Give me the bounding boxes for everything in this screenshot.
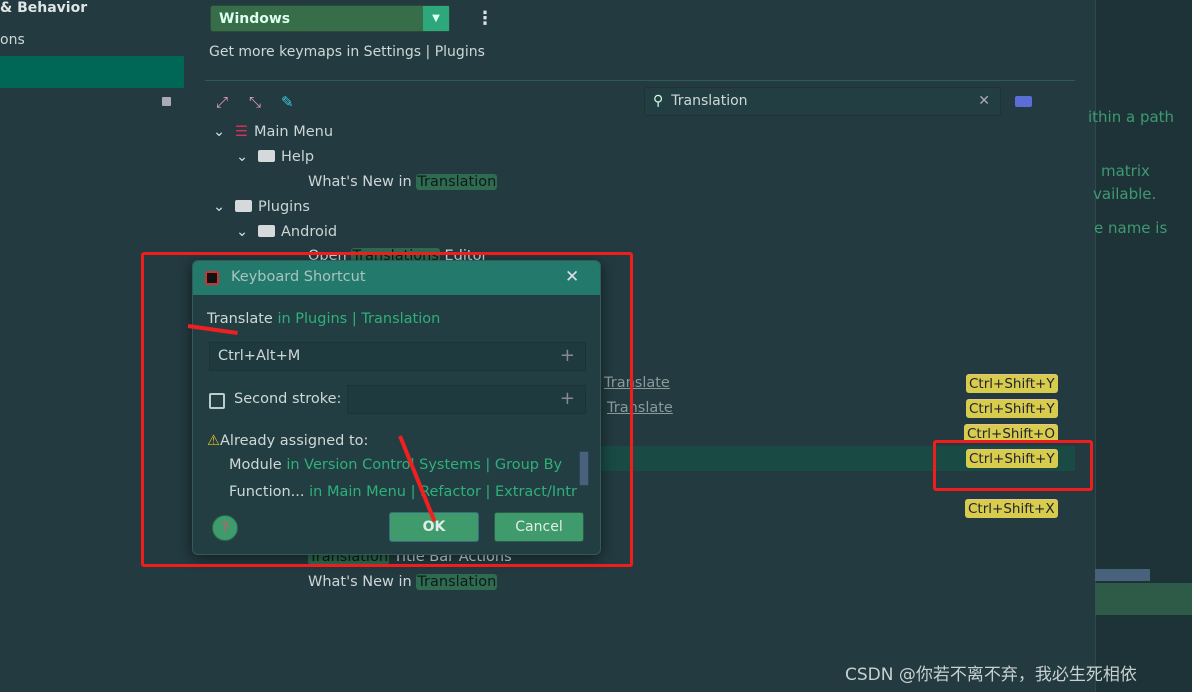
watermark: CSDN @你若不离不弃，我必生死相依 bbox=[845, 665, 1137, 685]
annotation-box-shortcut bbox=[933, 440, 1093, 491]
menu-icon: ☰ bbox=[235, 124, 248, 140]
panel-bar bbox=[1095, 583, 1192, 615]
tree-node-main-menu[interactable]: ⌄ ☰ Main Menu bbox=[213, 124, 333, 140]
description-text: vailable. bbox=[1093, 185, 1157, 203]
folder-icon bbox=[235, 200, 252, 212]
expand-all-icon[interactable]: ⤢ bbox=[216, 93, 228, 111]
annotation-box-dialog bbox=[141, 252, 633, 567]
chevron-down-icon[interactable]: ▼ bbox=[423, 6, 449, 31]
search-icon: ⚲ bbox=[653, 93, 664, 109]
tree-action[interactable]: What's New in Translation bbox=[308, 174, 498, 190]
sidebar-item-keymap-selected[interactable] bbox=[0, 56, 184, 88]
clear-search-icon[interactable]: ✕ bbox=[978, 93, 990, 109]
chevron-down-icon[interactable]: ⌄ bbox=[236, 224, 258, 240]
tree-node-help[interactable]: ⌄ Help bbox=[236, 149, 314, 165]
more-options-icon[interactable]: ⋮ bbox=[476, 8, 494, 29]
keymap-dropdown[interactable]: Windows ▼ bbox=[210, 5, 450, 32]
tree-node-plugins[interactable]: ⌄ Plugins bbox=[213, 199, 310, 215]
node-label: Main Menu bbox=[254, 124, 334, 140]
shortcut-badge: Ctrl+Shift+X bbox=[965, 499, 1058, 518]
description-text: ithin a path bbox=[1088, 108, 1175, 126]
keymap-value: Windows bbox=[219, 11, 291, 27]
search-value: Translation bbox=[671, 93, 748, 109]
chevron-down-icon[interactable]: ⌄ bbox=[213, 199, 235, 215]
description-text: e name is bbox=[1094, 219, 1168, 237]
keyboard-shortcut-search-icon[interactable] bbox=[1015, 96, 1032, 107]
tree-action[interactable]: What's New in Translation bbox=[308, 574, 498, 590]
sidebar-item[interactable]: ons bbox=[0, 32, 25, 48]
node-label: Help bbox=[281, 149, 315, 165]
search-match: Translation bbox=[416, 574, 498, 590]
shortcut-badge: Ctrl+Shift+Y bbox=[966, 399, 1058, 418]
node-label: Plugins bbox=[258, 199, 310, 215]
description-text: matrix bbox=[1101, 162, 1150, 180]
edit-pencil-icon[interactable]: ✎ bbox=[281, 93, 294, 111]
collapse-all-icon[interactable]: ⤡ bbox=[249, 93, 261, 111]
search-input[interactable]: ⚲ Translation ✕ bbox=[644, 87, 1001, 116]
scrollbar[interactable] bbox=[1095, 569, 1150, 581]
action-label: What's New in bbox=[308, 174, 417, 190]
search-match: Translation bbox=[416, 174, 498, 190]
profile-icon bbox=[162, 97, 171, 106]
tree-node-android[interactable]: ⌄ Android bbox=[236, 224, 337, 240]
folder-icon bbox=[258, 225, 275, 237]
node-label: Android bbox=[281, 224, 338, 240]
sidebar-section-title: & Behavior bbox=[0, 0, 88, 16]
folder-icon bbox=[258, 150, 275, 162]
action-label: What's New in bbox=[308, 574, 417, 590]
get-more-keymaps-link[interactable]: Get more keymaps in Settings | Plugins bbox=[209, 44, 485, 60]
shortcut-badge: Ctrl+Shift+Y bbox=[966, 374, 1058, 393]
chevron-down-icon[interactable]: ⌄ bbox=[213, 124, 235, 140]
divider bbox=[205, 80, 1075, 81]
chevron-down-icon[interactable]: ⌄ bbox=[236, 149, 258, 165]
